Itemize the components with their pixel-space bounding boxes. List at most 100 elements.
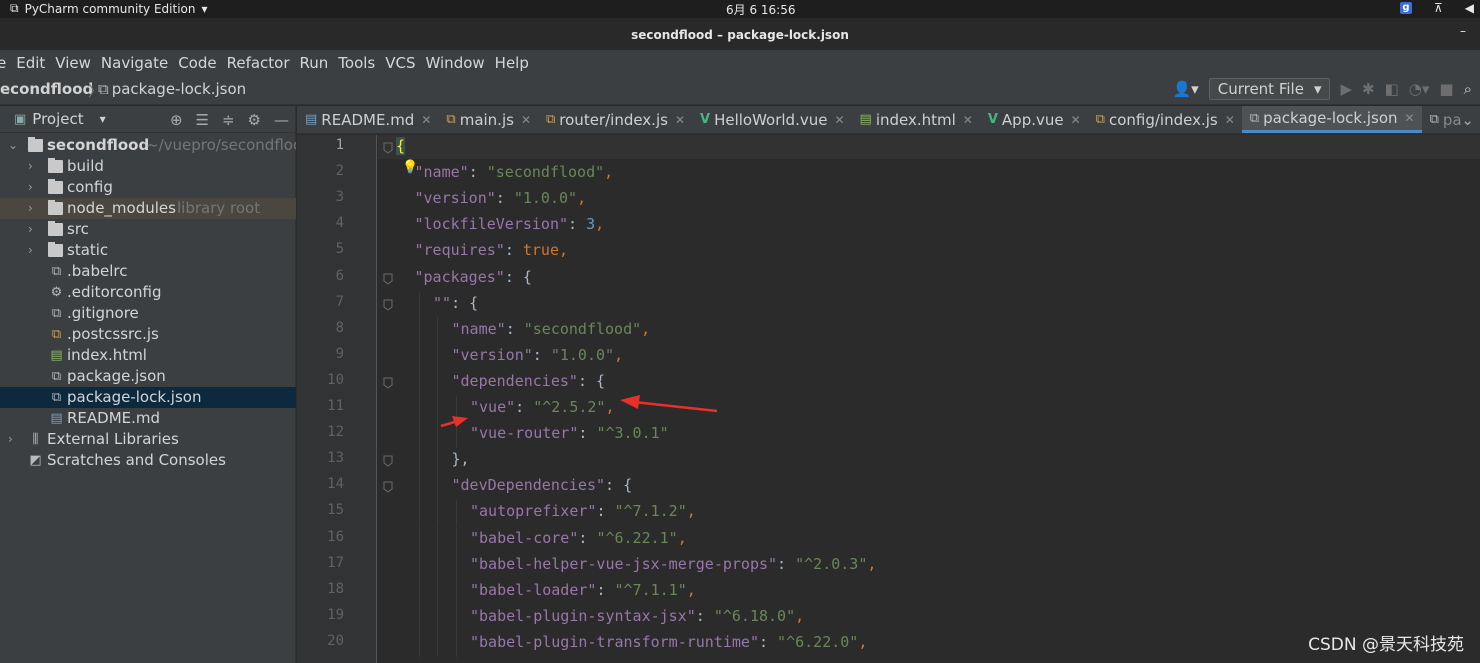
menu-refactor[interactable]: Refactor — [222, 54, 295, 72]
os-app-menu[interactable]: ⧉ PyCharm community Edition ▾ — [10, 1, 208, 16]
line-number[interactable]: 9 — [297, 346, 344, 362]
line-number[interactable]: 5 — [297, 241, 344, 257]
close-icon[interactable]: ✕ — [963, 113, 973, 127]
tree-item-src[interactable]: › src — [0, 219, 296, 240]
tab-app-vue[interactable]: V App.vue ✕ — [980, 106, 1088, 133]
line-number[interactable]: 14 — [297, 476, 344, 492]
close-icon[interactable]: ✕ — [1225, 113, 1235, 127]
gear-icon[interactable]: ⚙ — [248, 111, 261, 129]
tree-item-readme[interactable]: ▤ README.md — [0, 408, 296, 429]
tab-config-index-js[interactable]: ⧉ config/index.js ✕ — [1088, 106, 1242, 133]
tab-package-lock-json[interactable]: ⧉ package-lock.json ✕ — [1241, 106, 1422, 133]
tree-item-build[interactable]: › build — [0, 156, 296, 177]
chevron-right-icon[interactable]: › — [28, 177, 33, 198]
tab-index-html[interactable]: ▤ index.html ✕ — [852, 106, 980, 133]
tree-item-secondflood[interactable]: ⌄ secondflood ~/vuepro/secondfloo — [0, 135, 296, 156]
stop-icon[interactable]: ■ — [1439, 80, 1453, 98]
line-number[interactable]: 4 — [297, 215, 344, 231]
collapse-all-icon[interactable]: ≑ — [222, 111, 235, 129]
debug-icon[interactable]: ✱ — [1362, 80, 1375, 98]
close-icon[interactable]: ✕ — [1071, 113, 1081, 127]
line-number[interactable]: 18 — [297, 581, 344, 597]
line-number[interactable]: 15 — [297, 502, 344, 518]
tab-router-index-js[interactable]: ⧉ router/index.js ✕ — [538, 106, 692, 133]
fold-marker-icon[interactable] — [383, 142, 393, 154]
chevron-down-icon[interactable]: ⌄ — [1461, 111, 1474, 129]
hide-icon[interactable]: — — [274, 111, 289, 129]
tree-item-editorconfig[interactable]: ⚙ .editorconfig — [0, 282, 296, 303]
tree-item-babelrc[interactable]: ⧉ .babelrc — [0, 261, 296, 282]
line-number[interactable]: 13 — [297, 450, 344, 466]
line-number[interactable]: 8 — [297, 320, 344, 336]
tree-item-package-lock-json[interactable]: ⧉ package-lock.json — [0, 387, 296, 408]
tree-item-static[interactable]: › static — [0, 240, 296, 261]
chevron-right-icon[interactable]: › — [28, 198, 33, 219]
line-number[interactable]: 3 — [297, 189, 344, 205]
tree-item-index-html[interactable]: ▤ index.html — [0, 345, 296, 366]
close-icon[interactable]: ✕ — [421, 113, 431, 127]
profile-icon[interactable]: ◔▾ — [1409, 80, 1430, 98]
lightbulb-icon[interactable]: 💡 — [402, 160, 418, 175]
menu-window[interactable]: Window — [421, 54, 490, 72]
search-icon[interactable]: ⌕ — [1464, 80, 1472, 98]
menu-help[interactable]: Help — [490, 54, 534, 72]
line-number[interactable]: 10 — [297, 372, 344, 388]
close-icon[interactable]: ✕ — [834, 113, 844, 127]
line-number[interactable]: 1 — [297, 137, 344, 153]
user-icon[interactable]: 👤▾ — [1173, 80, 1199, 98]
menu-vcs[interactable]: VCS — [380, 54, 420, 72]
input-method-badge[interactable]: g — [1399, 2, 1412, 14]
tree-item-node-modules[interactable]: › node_modules library root — [0, 198, 296, 219]
tree-item-scratches[interactable]: ◩ Scratches and Consoles — [0, 450, 296, 471]
menu-run[interactable]: Run — [295, 54, 334, 72]
close-icon[interactable]: ✕ — [1405, 111, 1415, 125]
fold-marker-icon[interactable] — [383, 377, 393, 389]
close-icon[interactable]: ✕ — [675, 113, 685, 127]
coverage-icon[interactable]: ◧ — [1385, 80, 1399, 98]
menu-file[interactable]: e — [0, 54, 11, 72]
tree-item-gitignore[interactable]: ⧉ .gitignore — [0, 303, 296, 324]
close-icon[interactable]: ✕ — [521, 113, 531, 127]
chevron-right-icon[interactable]: › — [8, 429, 13, 450]
line-number[interactable]: 7 — [297, 294, 344, 310]
os-clock[interactable]: 6月 6 16:56 — [726, 1, 795, 18]
tab-main-js[interactable]: ⧉ main.js ✕ — [438, 106, 538, 133]
tab-helloworld-vue[interactable]: V HelloWorld.vue ✕ — [692, 106, 852, 133]
line-number[interactable]: 12 — [297, 424, 344, 440]
menu-code[interactable]: Code — [173, 54, 221, 72]
tab-readme[interactable]: ▤ README.md ✕ — [297, 106, 438, 133]
tree-item-config[interactable]: › config — [0, 177, 296, 198]
chevron-right-icon[interactable]: › — [28, 156, 33, 177]
menu-edit[interactable]: Edit — [11, 54, 50, 72]
tree-item-external-libraries[interactable]: › ⫼ External Libraries — [0, 429, 296, 450]
tree-item-package-json[interactable]: ⧉ package.json — [0, 366, 296, 387]
fold-marker-icon[interactable] — [383, 273, 393, 285]
menu-view[interactable]: View — [50, 54, 96, 72]
code-editor[interactable]: 1 2 3 4 5 6 7 8 9 10 11 12 13 14 15 16 17 18 19 20 {"name":… — [297, 135, 1480, 663]
volume-icon[interactable]: ◀ — [1465, 1, 1474, 15]
fold-marker-icon[interactable] — [383, 455, 393, 467]
menu-navigate[interactable]: Navigate — [96, 54, 173, 72]
breadcrumb-project[interactable]: econdflood — [0, 80, 93, 98]
expand-all-icon[interactable]: ☰ — [196, 111, 209, 129]
line-number[interactable]: 17 — [297, 555, 344, 571]
network-icon[interactable]: ⊼ — [1434, 1, 1443, 15]
menu-tools[interactable]: Tools — [333, 54, 380, 72]
line-number[interactable]: 6 — [297, 268, 344, 284]
locate-icon[interactable]: ⊕ — [170, 111, 183, 129]
run-icon[interactable]: ▶ — [1340, 80, 1352, 98]
line-number[interactable]: 11 — [297, 398, 344, 414]
minimize-button[interactable]: – — [1460, 24, 1466, 38]
tree-item-postcssrc[interactable]: ⧉ .postcssrc.js — [0, 324, 296, 345]
line-number[interactable]: 19 — [297, 607, 344, 623]
line-number[interactable]: 20 — [297, 633, 344, 649]
breadcrumb-file[interactable]: ⧉ package-lock.json — [98, 80, 246, 98]
chevron-right-icon[interactable]: › — [28, 219, 33, 240]
project-panel-title[interactable]: Project — [32, 110, 83, 128]
chevron-down-icon[interactable]: ⌄ — [8, 135, 18, 156]
line-number[interactable]: 2 — [297, 163, 344, 179]
fold-marker-icon[interactable] — [383, 299, 393, 311]
chevron-down-icon[interactable]: ▾ — [100, 112, 106, 126]
chevron-right-icon[interactable]: › — [28, 240, 33, 261]
line-number[interactable]: 16 — [297, 529, 344, 545]
